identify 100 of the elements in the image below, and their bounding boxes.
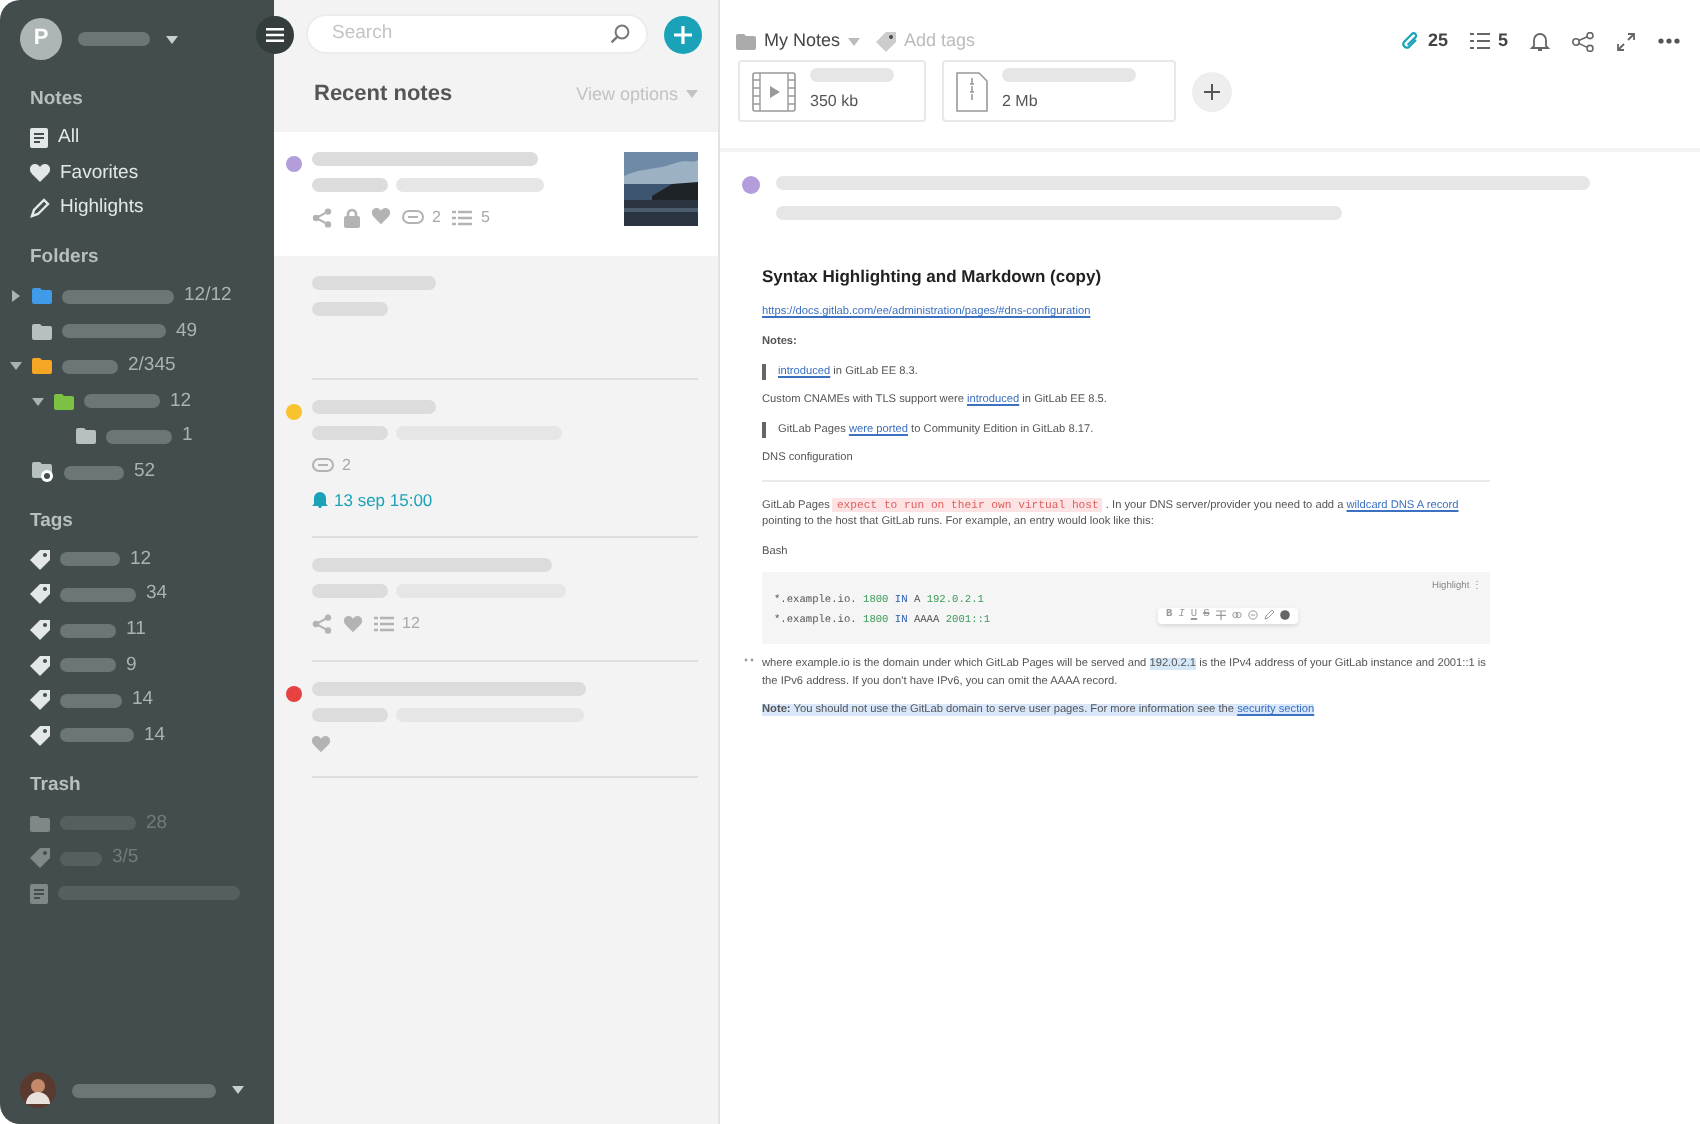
tag-icon	[876, 31, 897, 51]
item-count: 12	[130, 545, 152, 574]
text-placeholder	[64, 465, 124, 480]
comment-icon[interactable]	[1247, 610, 1258, 621]
tag-icon	[30, 620, 50, 641]
meta-count: 12	[402, 612, 420, 637]
text-placeholder	[60, 552, 120, 567]
folder-icon	[30, 815, 50, 832]
pen-icon	[30, 198, 50, 219]
item-count: 2/345	[128, 352, 176, 381]
text-placeholder	[60, 587, 136, 602]
caret-down-icon[interactable]	[32, 397, 44, 406]
sidebar-item[interactable]: Favorites	[0, 155, 274, 191]
bell-icon[interactable]	[1530, 30, 1550, 52]
checklist-button[interactable]: 5	[1469, 27, 1508, 55]
note-icon	[30, 883, 48, 904]
add-attachment-button[interactable]	[1192, 71, 1232, 111]
sidebar-item[interactable]: All	[0, 120, 274, 156]
text-placeholder	[1002, 68, 1136, 82]
caret-down-icon[interactable]	[166, 35, 178, 43]
zip-file-icon	[956, 71, 988, 111]
folder-icon	[736, 33, 756, 49]
plus-icon	[674, 25, 692, 43]
heart-icon	[30, 164, 50, 183]
heart-icon	[372, 208, 390, 226]
tag-icon	[30, 655, 50, 676]
tag-icon	[30, 549, 50, 570]
search-bar[interactable]: Search	[306, 14, 648, 54]
tag-icon	[30, 848, 50, 869]
item-count: 14	[132, 686, 154, 715]
text-placeholder	[78, 32, 150, 46]
item-count: 14	[144, 721, 166, 750]
text-placeholder	[84, 394, 160, 409]
heart-icon	[344, 616, 362, 633]
text-placeholder	[312, 177, 388, 191]
search-icon	[610, 24, 630, 44]
tag-icon	[30, 584, 50, 605]
text-placeholder	[62, 289, 174, 304]
share-icon	[312, 614, 332, 635]
checklist-icon	[374, 616, 394, 633]
list-title: Recent notes	[314, 80, 453, 110]
item-count: 49	[176, 317, 198, 346]
reminder-time: 13 sep 15:00	[334, 487, 433, 513]
search-field[interactable]: Search	[328, 17, 610, 51]
note-heading: Syntax Highlighting and Markdown (copy)	[762, 264, 1104, 289]
checklist-icon	[452, 209, 473, 225]
meta-count: 2	[432, 205, 441, 229]
bell-icon	[312, 490, 328, 509]
caret-down-icon	[686, 90, 698, 99]
file-size: 2 Mb	[1002, 90, 1040, 114]
checklist-icon	[1469, 32, 1490, 50]
tag-icon	[30, 690, 50, 711]
text-placeholder	[106, 429, 172, 444]
share-icon	[312, 207, 332, 227]
tag-icon	[30, 725, 50, 746]
attachment-card[interactable]: 350 kb	[738, 60, 926, 122]
pen-icon[interactable]	[1263, 610, 1274, 621]
more-icon[interactable]	[1658, 38, 1680, 44]
plus-icon	[1204, 83, 1220, 99]
heart-icon	[312, 736, 330, 753]
item-count: 34	[146, 580, 168, 609]
caret-down-icon[interactable]	[10, 362, 22, 371]
item-count: 1	[182, 422, 193, 451]
expand-icon[interactable]	[1616, 31, 1636, 51]
text-placeholder	[60, 623, 116, 638]
attachments-button[interactable]: 25	[1399, 27, 1448, 55]
text-placeholder	[60, 728, 134, 743]
file-size: 350 kb	[810, 90, 861, 114]
caret-right-icon[interactable]	[12, 290, 20, 303]
text-placeholder	[62, 324, 166, 339]
color-swatch-icon[interactable]	[1279, 610, 1290, 621]
caret-down-icon[interactable]	[232, 1086, 244, 1094]
menu-icon	[266, 28, 284, 42]
add-note-button[interactable]	[664, 15, 702, 53]
caret-down-icon	[848, 37, 861, 45]
link-icon[interactable]	[1231, 610, 1242, 621]
note-icon	[30, 128, 48, 149]
section-title: Trash	[28, 771, 83, 800]
text-placeholder	[60, 658, 116, 673]
note-card[interactable]: 2 13 sep 15:00	[274, 379, 718, 539]
user-avatar[interactable]	[20, 1072, 56, 1108]
folder-dropdown[interactable]: My Notes	[736, 27, 861, 55]
sidebar-item[interactable]: Highlights	[0, 190, 274, 227]
lock-icon	[344, 207, 360, 227]
film-icon	[752, 71, 796, 111]
strikethrough-icon[interactable]	[1215, 610, 1226, 621]
text-placeholder	[62, 359, 118, 374]
section-title: Folders	[28, 244, 101, 273]
text-placeholder	[810, 68, 894, 82]
item-count: 11	[126, 615, 146, 644]
item-count: 12	[170, 387, 192, 416]
attachment-card[interactable]: 2 Mb	[942, 60, 1176, 122]
meta-count: 5	[480, 205, 490, 229]
text-placeholder	[60, 693, 122, 708]
section-title: Tags	[28, 507, 75, 536]
item-count: 52	[134, 457, 156, 486]
section-title: Notes	[28, 86, 85, 114]
item-count: 9	[126, 651, 137, 680]
share-icon[interactable]	[1572, 31, 1594, 51]
text-placeholder	[72, 1083, 216, 1097]
